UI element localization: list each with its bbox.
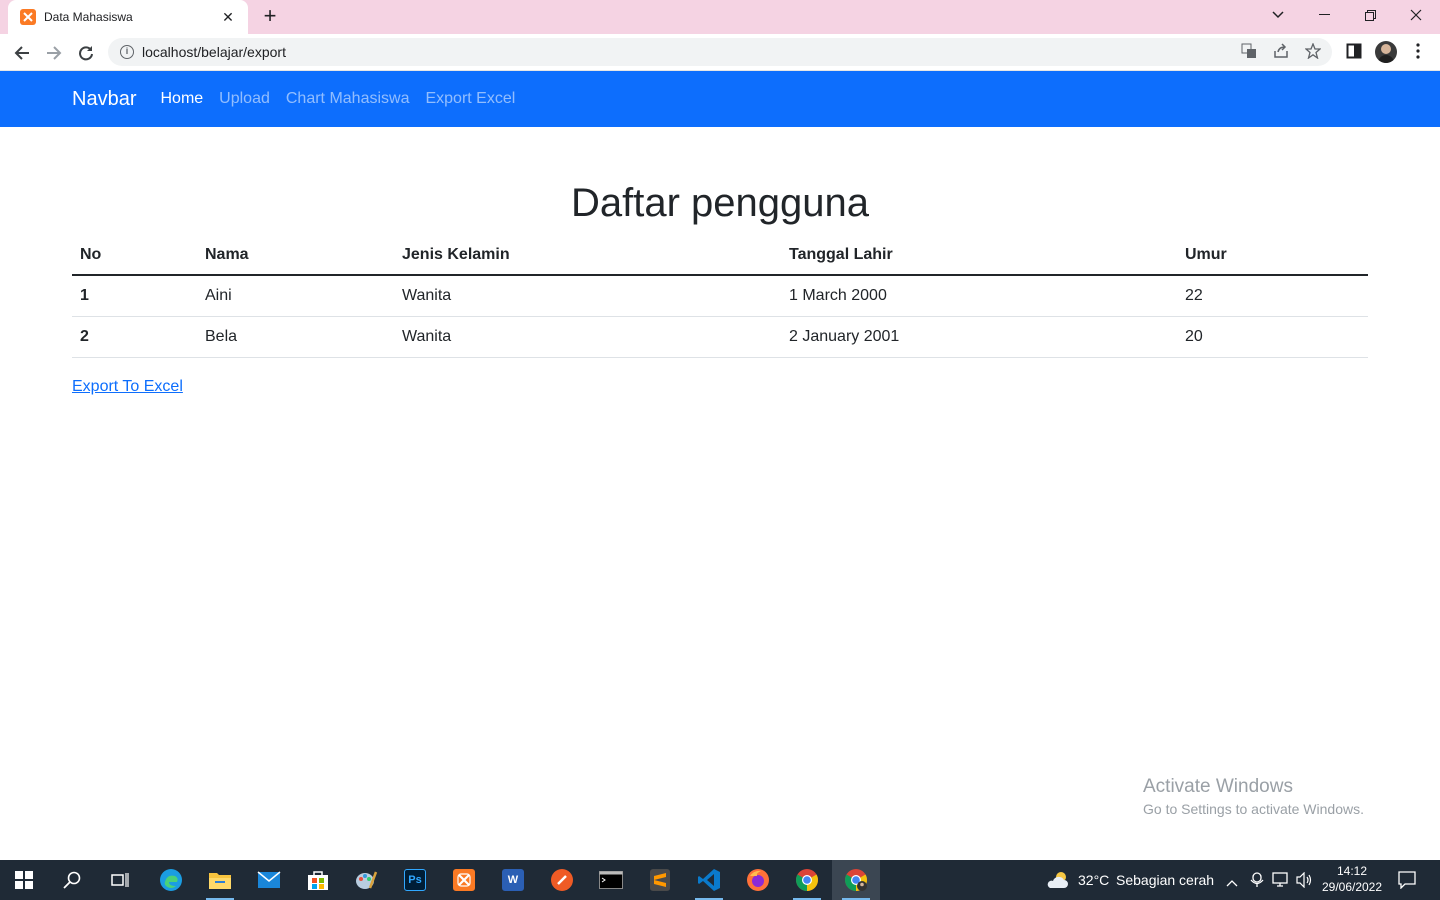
xampp-icon[interactable] — [440, 860, 488, 900]
browser-toolbar: i localhost/belajar/export — [0, 34, 1440, 71]
weather-icon[interactable] — [1046, 870, 1070, 895]
cell-jenis-kelamin: Wanita — [394, 275, 781, 317]
cell-umur: 22 — [1177, 275, 1368, 317]
users-table: No Nama Jenis Kelamin Tanggal Lahir Umur… — [72, 235, 1368, 358]
chrome-profile-icon[interactable] — [832, 860, 880, 900]
header-jenis-kelamin: Jenis Kelamin — [394, 235, 781, 276]
chrome-icon[interactable] — [783, 860, 831, 900]
nav-link-home[interactable]: Home — [160, 90, 203, 108]
nav-link-upload[interactable]: Upload — [219, 90, 270, 108]
volume-icon[interactable] — [1296, 871, 1314, 893]
firefox-icon[interactable] — [734, 860, 782, 900]
page-title: Daftar pengguna — [570, 181, 869, 225]
browser-tab-strip: Data Mahasiswa ✕ + — [0, 0, 1440, 34]
mail-icon[interactable] — [245, 860, 293, 900]
table-row: 2 Bela Wanita 2 January 2001 20 — [72, 316, 1368, 358]
share-icon[interactable] — [1272, 43, 1290, 61]
cell-nama: Bela — [197, 316, 394, 358]
edge-icon[interactable] — [147, 860, 195, 900]
sublime-icon[interactable] — [636, 860, 684, 900]
address-bar[interactable]: i localhost/belajar/export — [108, 38, 1332, 66]
windows-start-icon[interactable] — [0, 860, 48, 900]
new-tab-button[interactable]: + — [258, 5, 282, 29]
cell-jenis-kelamin: Wanita — [394, 316, 781, 358]
close-window-icon[interactable] — [1394, 4, 1438, 26]
clock-date: 29/06/2022 — [1321, 880, 1383, 894]
meet-now-icon[interactable] — [1250, 872, 1264, 893]
cell-umur: 20 — [1177, 316, 1368, 358]
postman-icon[interactable] — [538, 860, 586, 900]
browser-tab[interactable]: Data Mahasiswa ✕ — [8, 0, 248, 34]
header-nama: Nama — [197, 235, 394, 276]
taskbar-clock[interactable]: 14:12 29/06/2022 — [1316, 863, 1388, 895]
translate-icon[interactable] — [1240, 43, 1258, 61]
clock-time: 14:12 — [1336, 864, 1368, 878]
cell-no: 2 — [72, 316, 197, 358]
navbar-brand[interactable]: Navbar — [72, 88, 136, 111]
chevron-up-icon[interactable] — [1226, 874, 1238, 892]
site-navbar: Navbar Home Upload Chart Mahasiswa Expor… — [0, 71, 1440, 127]
cell-tanggal-lahir: 2 January 2001 — [781, 316, 1177, 358]
watermark-subtitle: Go to Settings to activate Windows. — [1143, 801, 1364, 817]
reload-icon[interactable] — [73, 40, 99, 66]
profile-avatar[interactable] — [1375, 41, 1397, 63]
network-icon[interactable] — [1272, 872, 1290, 893]
weather-desc[interactable]: Sebagian cerah — [1116, 872, 1214, 888]
back-icon[interactable] — [9, 40, 35, 66]
minimize-icon[interactable] — [1302, 4, 1346, 26]
terminal-icon[interactable] — [587, 860, 635, 900]
export-to-excel-link[interactable]: Export To Excel — [72, 378, 183, 396]
task-view-icon[interactable] — [96, 860, 144, 900]
activate-windows-watermark: Activate Windows Go to Settings to activ… — [1143, 776, 1364, 817]
forward-icon[interactable] — [41, 40, 67, 66]
store-icon[interactable] — [294, 860, 342, 900]
header-tanggal-lahir: Tanggal Lahir — [781, 235, 1177, 276]
word-icon[interactable]: W — [489, 860, 537, 900]
weather-temp[interactable]: 32°C — [1078, 872, 1109, 888]
nav-link-chart-mahasiswa[interactable]: Chart Mahasiswa — [286, 90, 410, 108]
photoshop-icon[interactable]: Ps — [391, 860, 439, 900]
tab-search-icon[interactable] — [1256, 4, 1300, 26]
windows-taskbar: Ps W 32°C Sebagian cerah 14:12 29/06/202… — [0, 860, 1440, 900]
nav-link-export-excel[interactable]: Export Excel — [425, 90, 515, 108]
tab-close-icon[interactable]: ✕ — [220, 9, 236, 26]
vscode-icon[interactable] — [685, 860, 733, 900]
cell-nama: Aini — [197, 275, 394, 317]
table-header-row: No Nama Jenis Kelamin Tanggal Lahir Umur — [72, 235, 1368, 276]
restore-icon[interactable] — [1348, 4, 1392, 26]
header-no: No — [72, 235, 197, 276]
tab-title: Data Mahasiswa — [44, 10, 133, 24]
search-icon[interactable] — [48, 860, 96, 900]
bookmark-star-icon[interactable] — [1304, 42, 1322, 61]
watermark-title: Activate Windows — [1143, 776, 1293, 797]
notifications-icon[interactable] — [1398, 871, 1416, 894]
menu-kebab-icon[interactable] — [1408, 43, 1428, 63]
file-explorer-icon[interactable] — [196, 860, 244, 900]
cell-no: 1 — [72, 275, 197, 317]
main-content: Daftar pengguna No Nama Jenis Kelamin Ta… — [72, 127, 1368, 396]
paint-icon[interactable] — [342, 860, 390, 900]
site-info-icon[interactable]: i — [120, 45, 134, 59]
address-url: localhost/belajar/export — [142, 44, 286, 60]
header-umur: Umur — [1177, 235, 1368, 276]
cell-tanggal-lahir: 1 March 2000 — [781, 275, 1177, 317]
xampp-favicon-icon — [20, 9, 36, 25]
side-panel-icon[interactable] — [1344, 43, 1364, 63]
table-row: 1 Aini Wanita 1 March 2000 22 — [72, 275, 1368, 317]
